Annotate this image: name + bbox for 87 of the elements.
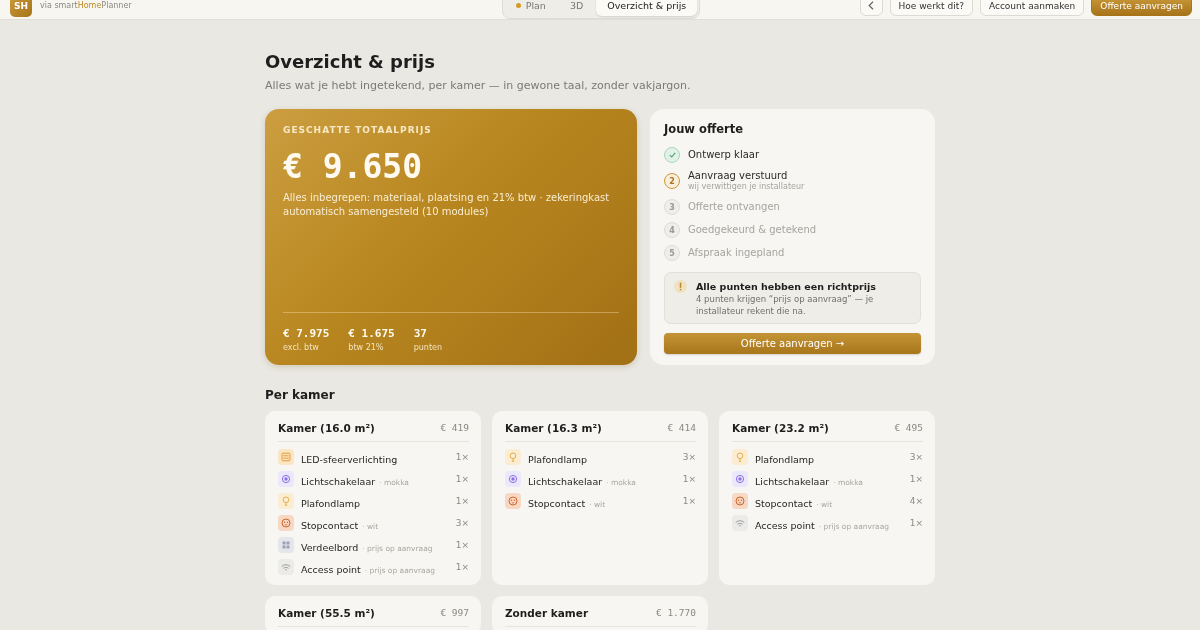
item-quantity: 1× xyxy=(682,474,696,484)
room-price: € 997 xyxy=(440,606,469,620)
page-title: Overzicht & prijs xyxy=(265,50,436,74)
item-quantity: 3× xyxy=(682,452,696,462)
dot-circle-icon xyxy=(278,471,294,487)
request-quote-button[interactable]: Offerte aanvragen xyxy=(1091,0,1192,16)
item-name: Stopcontact xyxy=(301,519,359,531)
socket-icon xyxy=(505,493,521,509)
item-quantity: 1× xyxy=(909,518,923,528)
item-name: Plafondlamp xyxy=(755,453,815,465)
item-quantity: 3× xyxy=(909,452,923,462)
step-label: Ontwerp klaar xyxy=(688,149,760,161)
wifi-icon xyxy=(278,559,294,575)
notice-title: Alle punten hebben een richtprijs xyxy=(696,280,877,293)
stat-value: € 1.675 xyxy=(348,327,395,341)
dot-circle-icon xyxy=(505,471,521,487)
item-quantity: 1× xyxy=(455,496,469,506)
brand-text: via smartHomePlanner xyxy=(40,0,132,11)
room-title: Zonder kamer xyxy=(505,606,589,620)
total-price: € 9.650 xyxy=(283,147,424,187)
step-label: Goedgekeurd & getekend xyxy=(688,224,817,236)
view-tab[interactable]: Plan xyxy=(504,0,557,16)
price-label: GESCHATTE TOTAALPRIJS xyxy=(283,124,433,137)
item-quantity: 3× xyxy=(455,518,469,528)
exclamation-icon xyxy=(674,280,687,293)
step-label: Offerte ontvangen xyxy=(688,201,780,213)
room-title: Kamer (16.3 m²) xyxy=(505,421,602,435)
check-icon xyxy=(668,152,676,158)
room-title: Kamer (23.2 m²) xyxy=(732,421,829,435)
room-title: Kamer (55.5 m²) xyxy=(278,606,375,620)
view-tab[interactable]: 3D xyxy=(558,0,595,16)
item-quantity: 1× xyxy=(455,474,469,484)
item-name: Stopcontact xyxy=(755,497,813,509)
step-number: 3 xyxy=(664,199,680,215)
card-title: Jouw offerte xyxy=(664,121,744,137)
item-name: Verdeelbord xyxy=(301,541,359,553)
item-quantity: 1× xyxy=(455,562,469,572)
light-bulb-icon xyxy=(278,493,294,509)
item-name: Access point xyxy=(755,519,815,531)
stat-label: punten xyxy=(413,342,443,354)
item-name: Lichtschakelaar xyxy=(301,475,376,487)
led-strip-icon xyxy=(278,449,294,465)
light-bulb-icon xyxy=(505,449,521,465)
request-quote-button[interactable]: Offerte aanvragen → xyxy=(664,333,921,354)
grid-icon xyxy=(278,537,294,553)
wifi-icon xyxy=(732,515,748,531)
item-quantity: 1× xyxy=(682,496,696,506)
room-price: € 414 xyxy=(667,421,696,435)
room-price: € 1.770 xyxy=(655,606,696,620)
header-button[interactable]: Hoe werkt dit? xyxy=(889,0,973,16)
socket-icon xyxy=(732,493,748,509)
step-label: Afspraak ingepland xyxy=(688,247,785,259)
chevron-left-icon xyxy=(868,1,875,10)
item-quantity: 1× xyxy=(909,474,923,484)
step-number: 5 xyxy=(664,245,680,261)
stat-label: btw 21% xyxy=(348,342,385,354)
stat-label: excl. btw xyxy=(283,342,320,354)
step-hint: wij verwittigen je installateur xyxy=(688,182,805,192)
logo[interactable]: SH xyxy=(10,0,32,17)
light-bulb-icon xyxy=(732,449,748,465)
socket-icon xyxy=(278,515,294,531)
stat-value: 37 xyxy=(413,327,428,341)
page-subtitle: Alles wat je hebt ingetekend, per kamer — in gewone taal, zonder vakjargon. xyxy=(265,78,692,94)
item-name: Lichtschakelaar xyxy=(755,475,830,487)
section-title: Per kamer xyxy=(265,387,336,403)
step-label: Aanvraag verstuurd xyxy=(688,170,788,182)
room-title: Kamer (16.0 m²) xyxy=(278,421,375,435)
item-name: Plafondlamp xyxy=(528,453,588,465)
notice-text: 4 punten krijgen “prijs op aanvraag” — je installateur rekent die na. xyxy=(696,293,875,317)
item-quantity: 1× xyxy=(455,452,469,462)
item-name: Plafondlamp xyxy=(301,497,361,509)
item-name: Stopcontact xyxy=(528,497,586,509)
step-number: 2 xyxy=(664,173,680,189)
item-name: Lichtschakelaar xyxy=(528,475,603,487)
item-quantity: 4× xyxy=(909,496,923,506)
item-name: LED-sfeerverlichting xyxy=(301,453,398,465)
dot-circle-icon xyxy=(732,471,748,487)
stat-value: € 7.975 xyxy=(283,327,330,341)
room-price: € 419 xyxy=(440,421,469,435)
step-number: 4 xyxy=(664,222,680,238)
item-name: Access point xyxy=(301,563,361,575)
view-tab[interactable]: Overzicht & prijs xyxy=(596,0,698,16)
room-price: € 495 xyxy=(894,421,923,435)
item-quantity: 1× xyxy=(455,540,469,550)
back-button[interactable] xyxy=(859,0,883,16)
price-description: Alles inbegrepen: materiaal, plaatsing en 21% btw · zekeringkast automatisch samengesteld (10 modules) xyxy=(283,191,611,219)
header-button[interactable]: Account aanmaken xyxy=(979,0,1085,16)
